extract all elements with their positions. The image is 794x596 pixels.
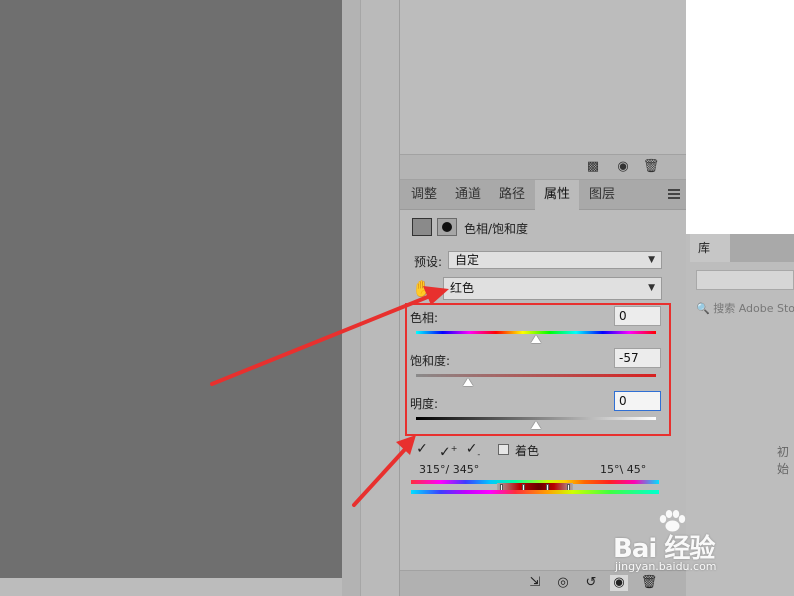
targeted-adjustment-hand-icon[interactable]: ✋: [412, 279, 432, 299]
tab-libraries[interactable]: 库: [690, 234, 730, 262]
preset-label: 预设:: [414, 255, 443, 269]
clip-to-layer-icon[interactable]: ⇲: [526, 575, 544, 591]
new-document-from-state-icon[interactable]: ▩: [584, 159, 602, 175]
collapsed-panel-strip: [360, 0, 400, 596]
layer-mask-icon[interactable]: [437, 218, 457, 236]
output-color-spectrum: [411, 490, 659, 494]
search-icon: 🔍: [696, 302, 710, 315]
eyedropper-icon[interactable]: ✓: [413, 440, 431, 458]
colorize-label: 着色: [515, 444, 540, 458]
history-toolbar: ▩ ◉ 🗑: [400, 154, 686, 180]
libraries-tab-bar: [730, 234, 794, 262]
panel-divider[interactable]: [342, 0, 360, 596]
colorize-checkbox[interactable]: [498, 444, 509, 455]
tab-channels[interactable]: 通道: [446, 180, 490, 210]
tab-properties[interactable]: 属性: [535, 180, 579, 210]
library-select[interactable]: [696, 270, 794, 290]
baidu-jingyan-watermark: Bai 经验 jingyan.baidu.com: [607, 508, 767, 578]
eyedropper-subtract-icon[interactable]: ✓-: [464, 440, 482, 459]
preset-select[interactable]: 自定 ▼: [448, 251, 662, 269]
panel-tabs: 调整 通道 路径 属性 图层: [400, 180, 686, 210]
paw-logo-icon: [657, 510, 687, 532]
channel-select[interactable]: 红色 ▼: [443, 277, 662, 300]
stock-search-placeholder: 搜索 Adobe Stock: [713, 302, 794, 315]
view-previous-state-icon[interactable]: ◎: [554, 575, 572, 591]
document-canvas[interactable]: [0, 0, 342, 578]
library-partial-text: 初始: [777, 445, 790, 476]
chevron-down-icon: ▼: [648, 283, 655, 293]
tab-paths[interactable]: 路径: [490, 180, 534, 210]
trash-icon[interactable]: 🗑: [642, 159, 660, 175]
adjustment-layer-icon[interactable]: [412, 218, 432, 236]
annotation-highlight-box: [405, 303, 671, 436]
adjustment-title: 色相/饱和度: [464, 222, 529, 236]
eyedropper-add-icon[interactable]: ✓+: [439, 440, 457, 461]
stock-search-input[interactable]: 🔍 搜索 Adobe Stock: [696, 300, 794, 320]
channel-value: 红色: [450, 281, 475, 295]
tab-layers[interactable]: 图层: [580, 180, 624, 210]
history-panel-area: [400, 0, 686, 154]
range-right-label: 15°\ 45°: [600, 463, 647, 476]
watermark-url: jingyan.baidu.com: [615, 560, 717, 573]
document-preview: [686, 0, 794, 234]
camera-icon[interactable]: ◉: [614, 159, 632, 175]
chevron-down-icon: ▼: [648, 255, 655, 265]
canvas-status-bar: [0, 578, 342, 596]
tab-adjustments[interactable]: 调整: [402, 180, 446, 210]
reset-icon[interactable]: ↺: [582, 575, 600, 591]
preset-value: 自定: [455, 253, 480, 267]
panel-menu-icon[interactable]: [668, 189, 680, 199]
range-left-label: 315°/ 345°: [419, 463, 480, 476]
